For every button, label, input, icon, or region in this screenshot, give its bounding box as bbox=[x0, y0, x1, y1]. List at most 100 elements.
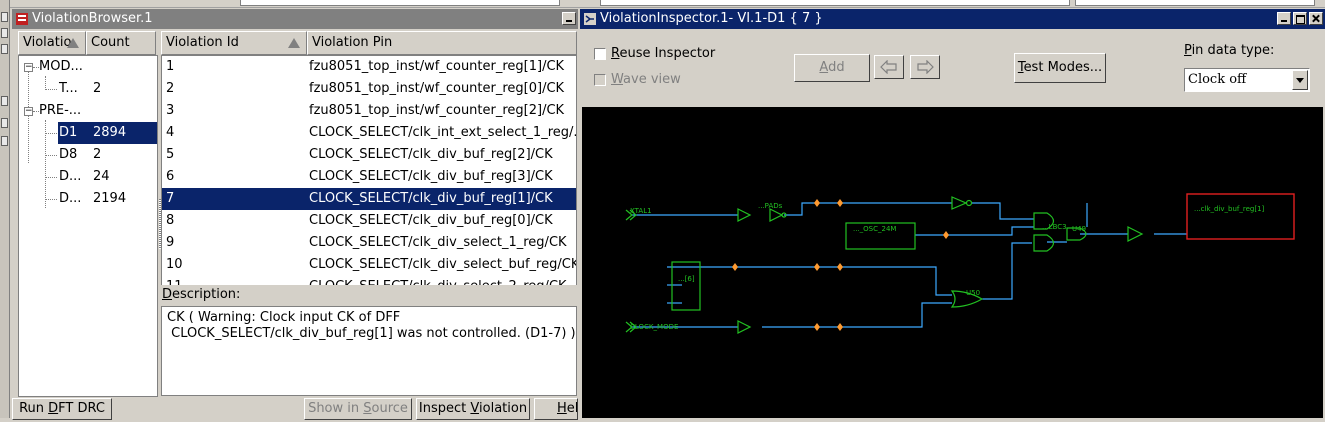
table-row[interactable]: 8 CLOCK_SELECT/clk_div_buf_reg[0]/CK bbox=[162, 210, 576, 232]
schematic-label: ...[6] bbox=[678, 275, 695, 283]
tree-header-count[interactable]: Count bbox=[86, 31, 156, 55]
test-modes-button[interactable]: Test Modes... bbox=[1014, 53, 1106, 83]
table-row[interactable]: 11 CLOCK_SELECT/clk_div_select_2_reg/CK bbox=[162, 276, 576, 285]
tree-node[interactable]: PRE-... bbox=[39, 100, 89, 122]
violation-id-cell: 9 bbox=[166, 235, 175, 250]
toolbar-grip[interactable] bbox=[1, 28, 8, 38]
wave-view-label: Wave view bbox=[611, 72, 681, 87]
tree-node[interactable]: D8 bbox=[59, 144, 89, 166]
schematic-label: U50 bbox=[966, 289, 980, 297]
table-row[interactable]: 6 CLOCK_SELECT/clk_div_buf_reg[3]/CK bbox=[162, 166, 576, 188]
table-row[interactable]: 2 fzu8051_top_inst/wf_counter_reg[0]/CK bbox=[162, 78, 576, 100]
tree-node[interactable]: D... bbox=[59, 166, 89, 188]
violation-pin-cell: fzu8051_top_inst/wf_counter_reg[0]/CK bbox=[309, 81, 565, 96]
violation-pin-cell: CLOCK_SELECT/clk_int_ext_select_1_reg/..… bbox=[309, 125, 577, 140]
violation-inspector-titlebar[interactable]: ViolationInspector.1- VI.1-D1 { 7 } bbox=[580, 9, 1325, 29]
description-label: Description: bbox=[162, 287, 241, 302]
toolbar-field[interactable] bbox=[240, 0, 560, 6]
violating-register[interactable] bbox=[1186, 193, 1295, 240]
schematic-markers bbox=[732, 199, 949, 331]
close-button[interactable] bbox=[1309, 12, 1323, 25]
schematic-cells bbox=[625, 196, 1144, 334]
reuse-inspector-checkbox[interactable] bbox=[594, 48, 606, 60]
schematic-label: ...clk_div_buf_reg[1] bbox=[1194, 205, 1265, 213]
app-icon bbox=[16, 13, 28, 25]
show-in-source-button[interactable]: Show in Source bbox=[304, 398, 412, 420]
description-text: CK ( Warning: Clock input CK of DFF CLOC… bbox=[161, 306, 577, 396]
toolbar-grip[interactable] bbox=[1, 136, 8, 146]
tree-node-count: 2 bbox=[93, 81, 102, 96]
schematic-label: CLOCK_MODE bbox=[630, 323, 678, 331]
violation-tree: − MOD... T... 2 − PRE-... D1 2894 D8 2 D… bbox=[18, 55, 158, 397]
tree-node[interactable]: MOD... bbox=[39, 56, 89, 78]
tree-node[interactable]: T... bbox=[59, 78, 89, 100]
table-row[interactable]: 4 CLOCK_SELECT/clk_int_ext_select_1_reg/.… bbox=[162, 122, 576, 144]
toolbar-grip[interactable] bbox=[1, 118, 8, 128]
chevron-down-icon[interactable] bbox=[1292, 70, 1308, 90]
schematic-canvas[interactable]: XTAL1 ...PADs ..._OSC_24M ...LBC3 U49 U5… bbox=[582, 107, 1323, 418]
violation-id-cell: 11 bbox=[166, 276, 183, 285]
collapse-icon[interactable]: − bbox=[24, 63, 33, 72]
table-header-pin-label: Violation Pin bbox=[312, 35, 393, 50]
violation-id-cell: 8 bbox=[166, 213, 175, 228]
tree-header-violation[interactable]: Violatio bbox=[18, 31, 86, 55]
violation-id-cell: 10 bbox=[166, 257, 183, 272]
add-button[interactable]: Add bbox=[794, 54, 870, 82]
table-header-id-label: Violation Id bbox=[166, 35, 239, 50]
violation-pin-cell: CLOCK_SELECT/clk_div_buf_reg[2]/CK bbox=[309, 147, 553, 162]
tree-node-count: 2 bbox=[93, 147, 102, 162]
toolbar-grip[interactable] bbox=[1, 12, 8, 22]
violation-id-cell: 4 bbox=[166, 125, 175, 140]
table-header-id[interactable]: Violation Id bbox=[161, 31, 307, 55]
pin-data-type-select[interactable]: Clock off bbox=[1184, 68, 1310, 92]
schematic: XTAL1 ...PADs ..._OSC_24M ...LBC3 U49 U5… bbox=[625, 193, 1295, 334]
arrow-right-icon bbox=[917, 59, 934, 75]
violation-browser-window: ViolationBrowser.1 Violatio Count − MOD.… bbox=[12, 9, 578, 420]
toolbar-field[interactable] bbox=[600, 0, 1070, 6]
tree-node-selected[interactable]: D1 2894 bbox=[58, 122, 157, 144]
violation-table: 1 fzu8051_top_inst/wf_counter_reg[1]/CK 2 f… bbox=[161, 55, 577, 285]
violation-id-cell: 5 bbox=[166, 147, 175, 162]
minimize-button[interactable] bbox=[1277, 12, 1291, 25]
violation-pin-cell: CLOCK_SELECT/clk_div_buf_reg[0]/CK bbox=[309, 213, 553, 228]
wave-view-checkbox[interactable] bbox=[594, 74, 606, 86]
table-row[interactable]: 7 CLOCK_SELECT/clk_div_buf_reg[1]/CK bbox=[162, 188, 576, 210]
toolbar-field[interactable] bbox=[1075, 0, 1315, 6]
top-toolbar-strip bbox=[0, 0, 1325, 8]
schematic-wires bbox=[632, 202, 1187, 328]
maximize-button[interactable] bbox=[1293, 12, 1307, 25]
back-button[interactable] bbox=[874, 55, 904, 79]
run-dft-drc-button[interactable]: Run DFT DRC bbox=[12, 398, 112, 420]
toolbar-grip[interactable] bbox=[1, 96, 8, 106]
minimize-button[interactable] bbox=[562, 12, 576, 25]
inspect-violation-button[interactable]: Inspect Violation bbox=[416, 398, 530, 420]
violation-pin-cell: CLOCK_SELECT/clk_div_buf_reg[1]/CK bbox=[309, 191, 553, 206]
tree-node[interactable]: D... bbox=[59, 188, 89, 210]
schematic-label: ..._OSC_24M bbox=[853, 225, 896, 233]
pin-data-type-value: Clock off bbox=[1188, 72, 1247, 87]
app-icon bbox=[584, 13, 596, 25]
violation-id-cell: 7 bbox=[166, 191, 175, 206]
violation-id-cell: 1 bbox=[166, 59, 175, 74]
forward-button[interactable] bbox=[910, 55, 940, 79]
collapse-icon[interactable]: − bbox=[24, 107, 33, 116]
violation-browser-title: ViolationBrowser.1 bbox=[32, 11, 153, 26]
pin-data-type-label: Pin data type: bbox=[1184, 43, 1275, 58]
schematic-label: ...PADs bbox=[758, 202, 783, 210]
table-row[interactable]: 3 fzu8051_top_inst/wf_counter_reg[2]/CK bbox=[162, 100, 576, 122]
table-row[interactable]: 1 fzu8051_top_inst/wf_counter_reg[1]/CK bbox=[162, 56, 576, 78]
table-header-pin[interactable]: Violation Pin bbox=[307, 31, 577, 55]
violation-id-cell: 3 bbox=[166, 103, 175, 118]
arrow-left-icon bbox=[880, 59, 897, 75]
table-row[interactable]: 9 CLOCK_SELECT/clk_div_select_1_reg/CK bbox=[162, 232, 576, 254]
tree-node-label: D1 bbox=[59, 125, 78, 140]
violation-inspector-title: ViolationInspector.1- VI.1-D1 { 7 } bbox=[600, 11, 823, 26]
tree-node-count: 2894 bbox=[93, 125, 127, 140]
table-row[interactable]: 5 CLOCK_SELECT/clk_div_buf_reg[2]/CK bbox=[162, 144, 576, 166]
table-row[interactable]: 10 CLOCK_SELECT/clk_div_select_buf_reg/CK bbox=[162, 254, 576, 276]
help-button[interactable]: Hel bbox=[534, 398, 578, 420]
left-toolbar-strip bbox=[0, 0, 10, 418]
violation-pin-cell: fzu8051_top_inst/wf_counter_reg[1]/CK bbox=[309, 59, 565, 74]
toolbar-grip[interactable] bbox=[1, 44, 8, 54]
violation-browser-titlebar[interactable]: ViolationBrowser.1 bbox=[12, 9, 578, 29]
